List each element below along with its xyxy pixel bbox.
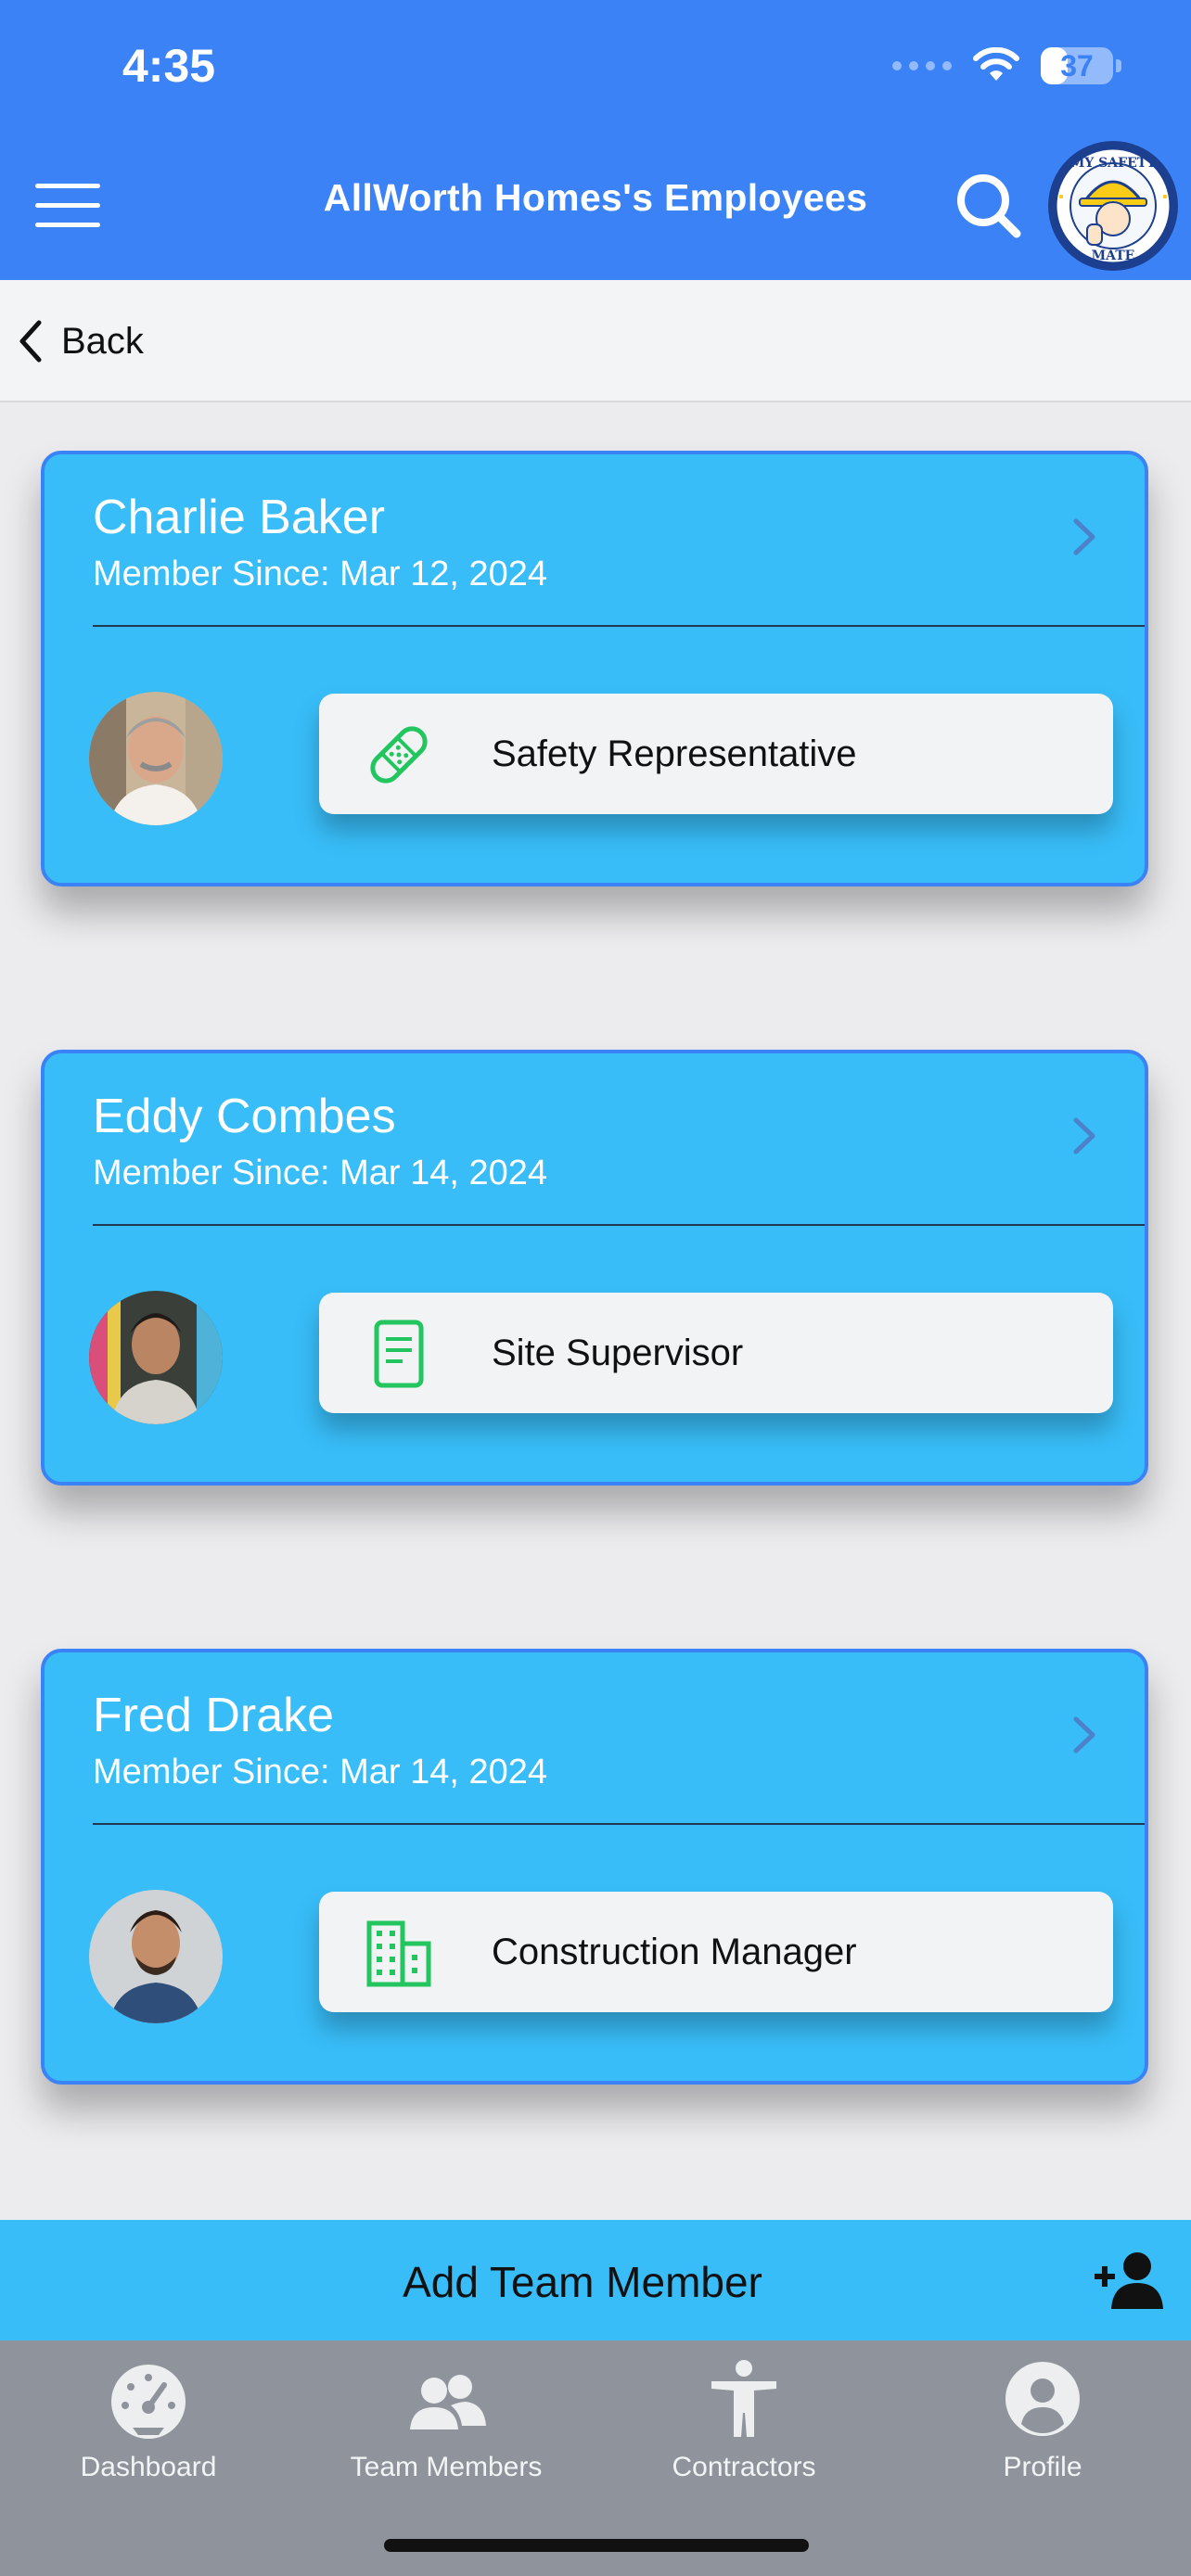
member-since: Member Since: Mar 12, 2024 <box>93 555 548 593</box>
avatar <box>89 692 223 825</box>
role-label: Site Supervisor <box>492 1333 744 1373</box>
member-since: Member Since: Mar 14, 2024 <box>93 1154 548 1192</box>
home-indicator[interactable] <box>384 2539 809 2552</box>
add-team-member-label: Add Team Member <box>403 2258 762 2306</box>
card-divider <box>93 1823 1145 1825</box>
status-icons: 37 <box>892 43 1121 89</box>
employee-card-fred-drake[interactable]: Fred Drake Member Since: Mar 14, 2024 Co… <box>41 1649 1148 2085</box>
card-divider <box>93 1224 1145 1226</box>
avatar <box>89 1291 223 1424</box>
battery-icon: 37 <box>1041 47 1121 84</box>
employee-name: Eddy Combes <box>93 1090 396 1143</box>
card-divider <box>93 625 1145 627</box>
role-badge: Site Supervisor <box>319 1293 1113 1413</box>
back-button[interactable]: Back <box>17 313 144 369</box>
role-label: Safety Representative <box>492 733 857 774</box>
cellular-signal-icon <box>892 61 952 70</box>
my-safety-mate-logo[interactable]: MY SAFETY MATE <box>1046 139 1180 273</box>
employee-name: Charlie Baker <box>93 491 386 544</box>
users-icon <box>410 2375 486 2429</box>
add-team-member-button[interactable]: Add Team Member <box>0 2220 1191 2340</box>
navigation-bar: Back <box>0 280 1191 402</box>
tab-team-members[interactable]: Team Members <box>316 2359 576 2507</box>
battery-percent: 37 <box>1060 48 1094 83</box>
tab-label: Dashboard <box>80 2452 217 2482</box>
tab-profile[interactable]: Profile <box>913 2359 1172 2507</box>
employee-card-eddy-combes[interactable]: Eddy Combes Member Since: Mar 14, 2024 S… <box>41 1050 1148 1486</box>
person-icon <box>711 2360 776 2437</box>
back-label: Back <box>61 320 144 362</box>
avatar <box>89 1890 223 2023</box>
role-badge: Safety Representative <box>319 694 1113 814</box>
search-icon[interactable] <box>952 169 1026 243</box>
chevron-right-icon <box>1073 1117 1095 1154</box>
tab-contractors[interactable]: Contractors <box>614 2359 874 2507</box>
chevron-right-icon <box>1073 1716 1095 1753</box>
tab-label: Team Members <box>350 2452 543 2482</box>
tab-label: Profile <box>1003 2452 1082 2482</box>
employee-card-charlie-baker[interactable]: Charlie Baker Member Since: Mar 12, 2024 <box>41 451 1148 886</box>
app-screen: 4:35 37 AllWorth Homes's Employees MY SA… <box>0 0 1191 2576</box>
role-badge: Construction Manager <box>319 1892 1113 2012</box>
chevron-right-icon <box>1073 518 1095 555</box>
svg-text:MY SAFETY: MY SAFETY <box>1070 156 1157 171</box>
header-bar: 4:35 37 AllWorth Homes's Employees MY SA… <box>0 0 1191 280</box>
document-icon <box>374 1320 424 1388</box>
member-since: Member Since: Mar 14, 2024 <box>93 1753 548 1792</box>
gauge-icon <box>111 2365 186 2439</box>
add-user-icon <box>1095 2252 1163 2309</box>
tab-label: Contractors <box>672 2452 816 2482</box>
chevron-left-icon <box>19 320 42 363</box>
wifi-icon <box>973 47 1019 81</box>
tab-dashboard[interactable]: Dashboard <box>19 2359 278 2507</box>
svg-text:MATE: MATE <box>1092 249 1135 263</box>
role-label: Construction Manager <box>492 1932 857 1972</box>
bandage-icon <box>370 726 428 784</box>
employee-name: Fred Drake <box>93 1689 335 1742</box>
profile-icon <box>1005 2362 1080 2436</box>
status-time: 4:35 <box>122 40 216 92</box>
building-icon <box>366 1920 431 1987</box>
